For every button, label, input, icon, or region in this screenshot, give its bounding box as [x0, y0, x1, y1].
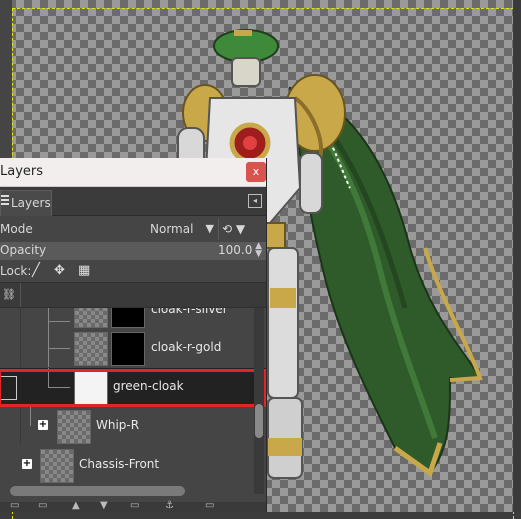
mask-icon[interactable]: ▭	[205, 500, 214, 511]
visibility-toggle[interactable]	[0, 308, 21, 329]
expand-icon[interactable]: +	[38, 420, 48, 430]
duplicate-icon[interactable]: ▭	[130, 500, 139, 511]
layer-actions-bar: ▭ ▭ ▲ ▼ ▭ ⚓ ▭	[0, 500, 266, 512]
mode-switch-icon: ⟲ ▼	[222, 222, 246, 236]
layer-mask-thumbnail	[111, 308, 145, 328]
mode-row: Mode Normal ▼ ⟲ ▼	[0, 216, 266, 242]
horizontal-scrollbar[interactable]	[10, 486, 185, 496]
layer-row[interactable]: + Chassis-Front	[0, 446, 250, 484]
canvas-scroll-edge	[513, 0, 521, 512]
chevron-down-icon: ▼	[205, 222, 214, 235]
tab-bar: Layers ◂	[0, 187, 266, 216]
folder-icon[interactable]: ▭	[38, 500, 47, 511]
layer-name: cloak-r-gold	[151, 340, 222, 354]
layer-thumbnail	[74, 308, 108, 328]
layer-name: Whip-R	[96, 418, 140, 432]
layer-thumbnail	[57, 410, 91, 444]
mode-select[interactable]: Normal ▼	[150, 219, 216, 239]
tab-config-icon[interactable]: ◂	[248, 194, 262, 208]
raise-icon[interactable]: ▲	[72, 500, 80, 511]
lower-icon[interactable]: ▼	[100, 500, 108, 511]
tab-label: Layers	[11, 196, 51, 210]
vertical-scrollbar[interactable]	[254, 308, 264, 494]
layer-name: Chassis-Front	[79, 457, 160, 471]
visibility-toggle[interactable]	[0, 329, 21, 367]
move-lock-icon[interactable]: ✥	[54, 263, 65, 278]
opacity-value: 100.0	[218, 243, 253, 257]
tree-line	[48, 321, 70, 322]
selection-highlight	[0, 369, 266, 407]
tree-line	[48, 308, 49, 329]
anchor-icon[interactable]: ⚓	[165, 500, 174, 511]
lock-row: Lock: ╱ ✥ ▦	[0, 260, 266, 282]
lock-label: Lock:	[0, 264, 32, 278]
layer-row[interactable]: cloak-r-gold	[0, 329, 250, 367]
layer-mask-thumbnail	[111, 332, 145, 366]
mode-switch-button[interactable]: ⟲ ▼	[222, 219, 262, 239]
tab-layers[interactable]: Layers	[0, 190, 52, 216]
alpha-lock-icon[interactable]: ▦	[78, 263, 90, 278]
scrollbar-thumb[interactable]	[255, 404, 263, 438]
mode-value: Normal	[150, 222, 194, 236]
new-layer-icon[interactable]: ▭	[10, 500, 19, 511]
layer-name: cloak-r-silver	[151, 308, 228, 316]
layer-row[interactable]: cloak-r-silver	[0, 308, 250, 329]
layer-list-header: ⛓	[0, 282, 266, 308]
brush-lock-icon[interactable]: ╱	[32, 263, 40, 278]
divider	[218, 218, 219, 240]
dialog-titlebar[interactable]: Layers x	[0, 158, 266, 187]
layer-row-selected[interactable]: green-cloak	[0, 368, 266, 407]
layer-thumbnail	[74, 332, 108, 366]
visibility-toggle[interactable]	[0, 407, 21, 445]
tree-line	[48, 348, 70, 349]
layer-row[interactable]: + Whip-R	[0, 407, 250, 445]
layer-list: cloak-r-silver cloak-r-gold green-cloak …	[0, 308, 266, 494]
spin-arrows-icon[interactable]: ▲ ▼	[255, 242, 262, 259]
expand-icon[interactable]: +	[22, 459, 32, 469]
chain-icon[interactable]: ⛓	[2, 288, 16, 301]
tree-line	[30, 407, 31, 426]
hamburger-icon	[1, 193, 9, 207]
mode-label: Mode	[0, 222, 33, 236]
layers-dialog: Layers x Layers ◂ Mode Normal ▼ ⟲ ▼ Opac…	[0, 158, 267, 512]
close-icon[interactable]: x	[246, 162, 266, 182]
dialog-title: Layers	[0, 164, 44, 179]
layer-thumbnail	[40, 449, 74, 483]
opacity-slider[interactable]: Opacity 100.0 ▲ ▼	[0, 242, 266, 260]
column-divider	[20, 283, 21, 307]
opacity-label: Opacity	[0, 243, 47, 257]
